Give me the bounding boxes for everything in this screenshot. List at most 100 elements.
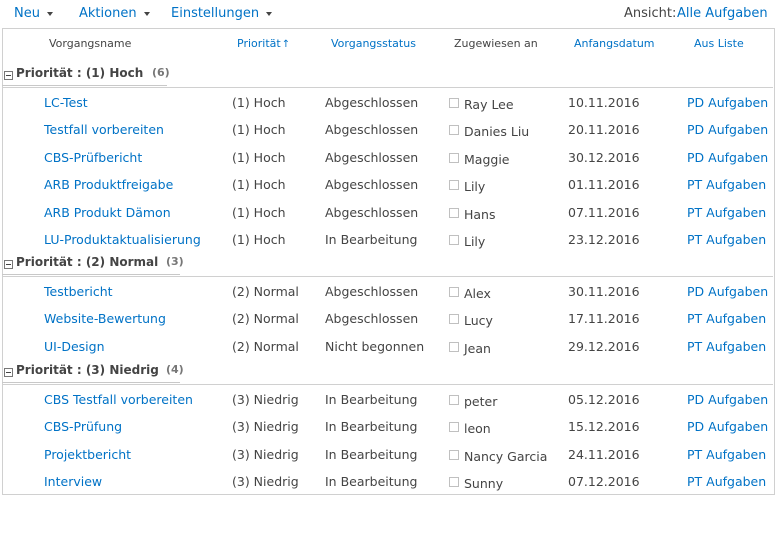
source-list-link[interactable]: PD Aufgaben <box>687 283 768 301</box>
chevron-down-icon <box>143 11 150 16</box>
table-row[interactable]: CBS Testfall vorbereiten (3) Niedrig In Be… <box>0 391 776 418</box>
column-header-priority-label: Priorität <box>237 37 281 50</box>
actions-menu-button[interactable]: Aktionen <box>79 6 150 21</box>
table-row[interactable]: Interview (3) Niedrig In Bearbeitung Sunny 0… <box>0 473 776 500</box>
presence-checkbox[interactable] <box>449 422 459 432</box>
task-name-link[interactable]: Projektbericht <box>44 446 131 464</box>
table-row[interactable]: Projektbericht (3) Niedrig In Bearbeitung N… <box>0 446 776 473</box>
assigned-user[interactable]: Danies Liu <box>464 123 529 141</box>
priority-value: (1) Hoch <box>232 177 286 192</box>
assigned-user[interactable]: Lily <box>464 178 485 196</box>
source-list-link[interactable]: PT Aufgaben <box>687 176 766 194</box>
presence-checkbox[interactable] <box>449 180 459 190</box>
source-list-link[interactable]: PT Aufgaben <box>687 446 766 464</box>
presence-checkbox[interactable] <box>449 395 459 405</box>
assigned-user[interactable]: Alex <box>464 285 491 303</box>
task-name-link[interactable]: Testbericht <box>44 283 113 301</box>
presence-checkbox[interactable] <box>449 450 459 460</box>
table-row[interactable]: CBS-Prüfbericht (1) Hoch Abgeschlossen Magg… <box>0 149 776 176</box>
assigned-user[interactable]: Nancy Garcia <box>464 448 547 466</box>
table-row[interactable]: ARB Produktfreigabe (1) Hoch Abgeschlossen… <box>0 176 776 203</box>
start-date-value: 30.12.2016 <box>568 150 640 165</box>
assigned-user[interactable]: Sunny <box>464 475 503 493</box>
table-row[interactable]: UI-Design (2) Normal Nicht begonnen Jean 29.… <box>0 338 776 365</box>
source-list-link[interactable]: PD Aufgaben <box>687 121 768 139</box>
source-list-link[interactable]: PT Aufgaben <box>687 310 766 328</box>
status-value: In Bearbeitung <box>325 474 418 489</box>
task-name-link[interactable]: CBS Testfall vorbereiten <box>44 391 193 409</box>
table-row[interactable]: ARB Produkt Dämon (1) Hoch Abgeschlossen Ha… <box>0 204 776 231</box>
assigned-user[interactable]: peter <box>464 393 497 411</box>
task-name-link[interactable]: CBS-Prüfbericht <box>44 149 142 167</box>
settings-menu-button[interactable]: Einstellungen <box>171 6 273 21</box>
presence-checkbox[interactable] <box>449 477 459 487</box>
task-name-link[interactable]: Website-Bewertung <box>44 310 166 328</box>
task-name-link[interactable]: Testfall vorbereiten <box>44 121 164 139</box>
column-header-status[interactable]: Vorgangsstatus <box>331 37 416 50</box>
priority-value: (3) Niedrig <box>232 419 299 434</box>
priority-value: (2) Normal <box>232 311 299 326</box>
status-value: In Bearbeitung <box>325 392 418 407</box>
task-name-link[interactable]: LU-Produktaktualisierung <box>44 231 201 249</box>
task-name-link[interactable]: LC-Test <box>44 94 88 112</box>
presence-checkbox[interactable] <box>449 98 459 108</box>
collapse-group-icon[interactable] <box>4 368 13 377</box>
assigned-user[interactable]: Lily <box>464 233 485 251</box>
priority-value: (3) Niedrig <box>232 392 299 407</box>
group-title: Priorität : (1) Hoch <box>16 66 144 80</box>
column-header-name[interactable]: Vorgangsname <box>49 37 131 50</box>
task-name-link[interactable]: CBS-Prüfung <box>44 418 122 436</box>
column-header-source-list[interactable]: Aus Liste <box>694 37 744 50</box>
status-value: In Bearbeitung <box>325 232 418 247</box>
task-name-link[interactable]: UI-Design <box>44 338 105 356</box>
priority-value: (3) Niedrig <box>232 447 299 462</box>
presence-checkbox[interactable] <box>449 314 459 324</box>
assigned-user[interactable]: Jean <box>464 340 491 358</box>
presence-checkbox[interactable] <box>449 153 459 163</box>
source-list-link[interactable]: PD Aufgaben <box>687 418 768 436</box>
view-selector[interactable]: Alle Aufgaben <box>677 6 768 21</box>
new-menu-button[interactable]: Neu <box>14 6 53 21</box>
status-value: Abgeschlossen <box>325 95 419 110</box>
assigned-user[interactable]: leon <box>464 420 491 438</box>
assigned-user[interactable]: Lucy <box>464 312 493 330</box>
assigned-user[interactable]: Ray Lee <box>464 96 514 114</box>
assigned-user[interactable]: Maggie <box>464 151 509 169</box>
table-row[interactable]: Testfall vorbereiten (1) Hoch Abgeschlosse… <box>0 121 776 148</box>
task-name-link[interactable]: ARB Produktfreigabe <box>44 176 173 194</box>
table-row[interactable]: Testbericht (2) Normal Abgeschlossen Alex 30… <box>0 283 776 310</box>
column-header-assigned[interactable]: Zugewiesen an <box>454 37 538 50</box>
priority-value: (2) Normal <box>232 339 299 354</box>
column-header-start-date[interactable]: Anfangsdatum <box>574 37 655 50</box>
source-list-link[interactable]: PT Aufgaben <box>687 204 766 222</box>
table-row[interactable]: LC-Test (1) Hoch Abgeschlossen Ray Lee 10.11… <box>0 94 776 121</box>
source-list-link[interactable]: PD Aufgaben <box>687 149 768 167</box>
status-value: Abgeschlossen <box>325 150 419 165</box>
table-row[interactable]: LU-Produktaktualisierung (1) Hoch In Bearb… <box>0 231 776 258</box>
source-list-link[interactable]: PT Aufgaben <box>687 231 766 249</box>
view-label: Ansicht: <box>624 6 677 21</box>
presence-checkbox[interactable] <box>449 287 459 297</box>
group-underline <box>2 274 180 275</box>
collapse-group-icon[interactable] <box>4 260 13 269</box>
presence-checkbox[interactable] <box>449 125 459 135</box>
task-name-link[interactable]: ARB Produkt Dämon <box>44 204 171 222</box>
start-date-value: 24.11.2016 <box>568 447 640 462</box>
presence-checkbox[interactable] <box>449 342 459 352</box>
status-value: In Bearbeitung <box>325 447 418 462</box>
source-list-link[interactable]: PT Aufgaben <box>687 473 766 491</box>
collapse-group-icon[interactable] <box>4 71 13 80</box>
settings-menu-label: Einstellungen <box>171 6 260 21</box>
source-list-link[interactable]: PD Aufgaben <box>687 94 768 112</box>
presence-checkbox[interactable] <box>449 208 459 218</box>
presence-checkbox[interactable] <box>449 235 459 245</box>
task-name-link[interactable]: Interview <box>44 473 102 491</box>
source-list-link[interactable]: PT Aufgaben <box>687 338 766 356</box>
column-header-priority[interactable]: Priorität↑ <box>237 37 290 50</box>
table-row[interactable]: CBS-Prüfung (3) Niedrig In Bearbeitung leon… <box>0 418 776 445</box>
source-list-link[interactable]: PD Aufgaben <box>687 391 768 409</box>
command-bar: Neu Aktionen Einstellungen Ansicht: Alle… <box>0 0 776 28</box>
assigned-user[interactable]: Hans <box>464 206 496 224</box>
table-row[interactable]: Website-Bewertung (2) Normal Abgeschlossen… <box>0 310 776 337</box>
start-date-value: 07.11.2016 <box>568 205 640 220</box>
